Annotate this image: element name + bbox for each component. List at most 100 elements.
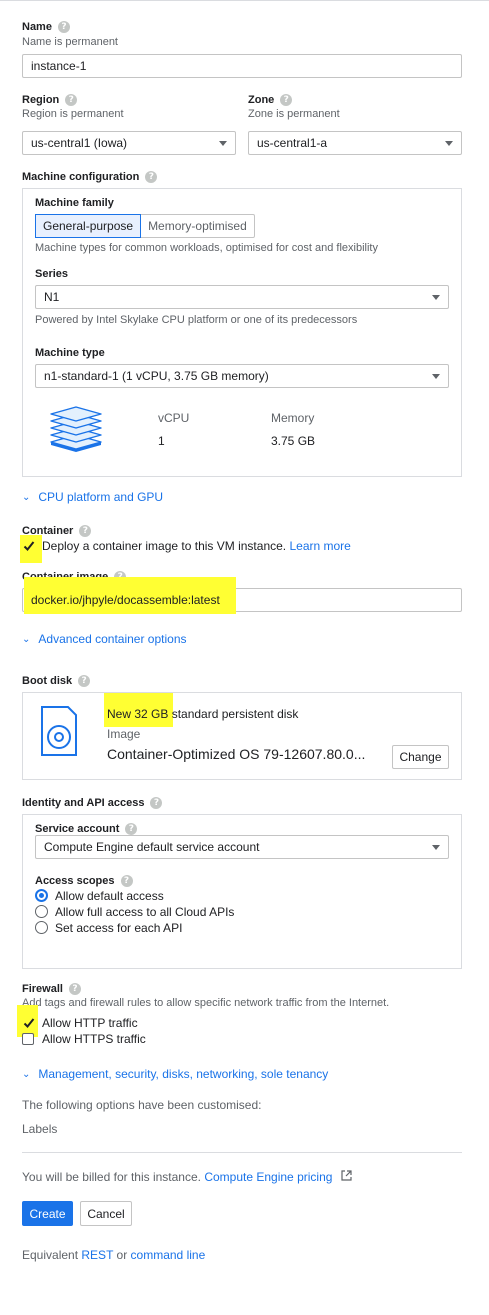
https-checkbox[interactable] [22,1033,34,1045]
boot-disk-image-label: Image [107,727,141,741]
billing-text: You will be billed for this instance. [22,1170,201,1184]
region-select-value: us-central1 (Iowa) [31,136,128,150]
machine-stack-icon [45,397,107,464]
command-line-link[interactable]: command line [131,1248,206,1262]
http-label: Allow HTTP traffic [42,1016,138,1030]
advanced-container-expander[interactable]: ⌄ Advanced container options [22,632,187,646]
help-icon[interactable]: ? [68,983,81,996]
zone-hint: Zone is permanent [248,108,340,120]
series-desc: Powered by Intel Skylake CPU platform or… [35,314,358,326]
rest-link[interactable]: REST [81,1248,113,1262]
external-link-icon[interactable] [341,1170,353,1184]
help-icon[interactable]: ? [79,525,92,538]
boot-disk-type: standard persistent disk [171,707,299,721]
deploy-container-text: Deploy a container image to this VM inst… [42,539,351,553]
name-input-value: instance-1 [31,59,87,73]
boot-disk-image-value: Container-Optimized OS 79-12607.80.0... [107,746,366,762]
divider [22,1152,462,1153]
access-scopes-heading: Access scopes? [35,875,133,888]
tab-general-purpose[interactable]: General-purpose [35,214,142,238]
identity-label: Identity and API access [22,797,145,809]
series-select-value: N1 [44,290,60,304]
vcpu-value: 1 [158,434,165,448]
boot-disk-label: Boot disk [22,675,73,687]
management-link: Management, security, disks, networking,… [38,1067,329,1081]
service-account-select[interactable]: Compute Engine default service account [35,835,449,859]
memory-header: Memory [271,411,315,425]
region-select[interactable]: us-central1 (Iowa) [22,131,236,155]
zone-select[interactable]: us-central1-a [248,131,462,155]
service-account-label: Service account [35,823,120,835]
machine-type-select[interactable]: n1-standard-1 (1 vCPU, 3.75 GB memory) [35,364,449,388]
identity-heading: Identity and API access? [22,797,163,810]
cancel-button[interactable]: Cancel [80,1201,132,1226]
service-account-value: Compute Engine default service account [44,840,260,854]
management-expander[interactable]: ⌄ Management, security, disks, networking… [22,1067,328,1081]
help-icon[interactable]: ? [150,797,163,810]
customised-text: The following options have been customis… [22,1098,262,1112]
firewall-label: Firewall [22,983,63,995]
dropdown-arrow-icon [219,140,227,146]
machine-type-select-value: n1-standard-1 (1 vCPU, 3.75 GB memory) [44,369,269,383]
help-icon[interactable]: ? [78,675,91,688]
deploy-container-checkbox[interactable] [22,540,35,552]
chevron-down-icon: ⌄ [22,633,31,645]
cpu-platform-expander[interactable]: ⌄ CPU platform and GPU [22,490,163,504]
help-icon[interactable]: ? [145,171,158,184]
region-label: Region [22,94,60,106]
name-heading: Name? [22,21,70,34]
customised-item: Labels [22,1122,58,1136]
create-button[interactable]: Create [22,1201,73,1226]
boot-disk-size: New 32 GB [107,707,169,721]
scope-full-label: Allow full access to all Cloud APIs [55,905,235,919]
tab-memory-optimised[interactable]: Memory-optimised [141,215,254,237]
zone-label: Zone [248,94,275,106]
chevron-down-icon: ⌄ [22,1068,31,1080]
name-label: Name [22,21,52,33]
zone-select-value: us-central1-a [257,136,328,150]
machine-config-label: Machine configuration [22,171,140,183]
change-boot-disk-button[interactable]: Change [392,745,449,769]
pricing-link[interactable]: Compute Engine pricing [204,1170,332,1184]
machine-family-tabs: General-purpose Memory-optimised [35,214,255,238]
boot-disk-panel: New 32 GB standard persistent disk Image… [22,692,462,780]
series-select[interactable]: N1 [35,285,449,309]
scope-full-radio[interactable] [35,905,48,918]
https-label: Allow HTTPS traffic [42,1032,146,1046]
memory-value: 3.75 GB [271,434,316,448]
billing-row: You will be billed for this instance. Co… [22,1170,353,1184]
help-icon[interactable]: ? [120,875,133,888]
advanced-container-link: Advanced container options [38,632,187,646]
help-icon[interactable]: ? [280,94,293,107]
deploy-container-label: Deploy a container image to this VM inst… [42,539,287,553]
dropdown-arrow-icon [432,844,440,850]
container-image-value: docker.io/jhpyle/docassemble:latest [31,593,220,607]
firewall-desc: Add tags and firewall rules to allow spe… [22,997,390,1009]
name-input[interactable]: instance-1 [22,54,462,78]
scope-each-radio[interactable] [35,921,48,934]
firewall-heading: Firewall? [22,983,81,996]
boot-disk-summary: New 32 GB standard persistent disk [107,707,298,721]
access-scopes-label: Access scopes [35,875,115,887]
machine-config-heading: Machine configuration? [22,171,158,184]
help-icon[interactable]: ? [125,823,138,836]
region-heading: Region? [22,94,78,107]
identity-panel: Service account? Compute Engine default … [22,814,462,969]
checkmark-icon [23,1018,35,1028]
help-icon[interactable]: ? [57,21,70,34]
boot-disk-heading: Boot disk? [22,675,91,688]
learn-more-link[interactable]: Learn more [289,539,350,553]
scope-default-label: Allow default access [55,889,164,903]
vcpu-header: vCPU [158,411,190,425]
machine-family-desc: Machine types for common workloads, opti… [35,242,378,254]
http-checkbox[interactable] [22,1017,35,1029]
scope-default-radio[interactable] [35,889,48,902]
dropdown-arrow-icon [432,373,440,379]
service-account-heading: Service account? [35,823,138,836]
chevron-down-icon: ⌄ [22,491,31,503]
zone-heading: Zone? [248,94,293,107]
equivalent-or: or [116,1248,128,1262]
help-icon[interactable]: ? [65,94,78,107]
dropdown-arrow-icon [445,140,453,146]
cpu-platform-link: CPU platform and GPU [38,490,164,504]
